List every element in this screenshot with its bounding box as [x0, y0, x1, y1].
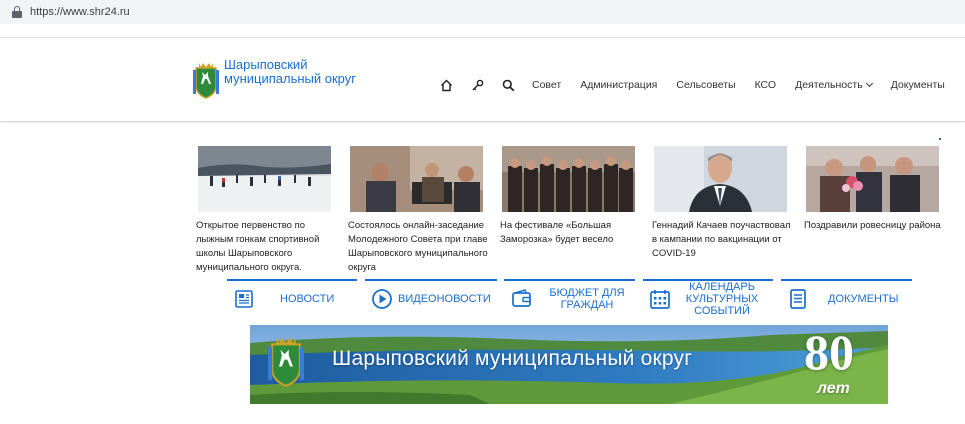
quick-link-label: НОВОСТИ — [280, 293, 335, 305]
nav-link-administration[interactable]: Администрация — [580, 79, 657, 91]
key-icon[interactable] — [470, 78, 484, 92]
site-header: Шарыповский муниципальный округ Совет Ад… — [0, 38, 965, 122]
site-title[interactable]: Шарыповский муниципальный округ — [224, 58, 364, 86]
quick-link-culture-calendar[interactable]: КАЛЕНДАРЬ КУЛЬТУРНЫХ СОБЫТИЙ — [643, 279, 773, 317]
newspaper-icon — [233, 288, 255, 310]
coat-of-arms-logo[interactable] — [193, 60, 219, 100]
nav-link-documents[interactable]: Документы — [891, 79, 945, 91]
slider-indicator — [939, 138, 941, 140]
nav-link-label: Сельсоветы — [676, 79, 736, 91]
main-nav: Совет Администрация Сельсоветы КСО Деяте… — [439, 76, 945, 94]
news-caption[interactable]: Состоялось онлайн-заседание Молодежного … — [348, 219, 490, 275]
lock-icon — [12, 6, 22, 18]
youth-council-photo[interactable] — [350, 146, 483, 212]
quick-link-budget[interactable]: БЮДЖЕТ ДЛЯ ГРАЖДАН — [504, 279, 635, 317]
news-caption[interactable]: Геннадий Качаев поучаствовал в кампании … — [652, 219, 794, 261]
quick-link-label: ДОКУМЕНТЫ — [828, 293, 899, 305]
nav-link-council[interactable]: Совет — [532, 79, 561, 91]
coat-of-arms-logo — [268, 337, 304, 388]
play-icon — [371, 288, 393, 310]
news-caption[interactable]: На фестивале «Большая Заморозка» будет в… — [500, 219, 642, 247]
ski-race-photo[interactable] — [198, 146, 331, 212]
quick-link-label: КАЛЕНДАРЬ КУЛЬТУРНЫХ СОБЫТИЙ — [685, 281, 759, 317]
document-icon — [787, 288, 809, 310]
banner-anniversary-number: 80 — [804, 325, 854, 380]
calendar-icon — [649, 288, 671, 310]
congratulation-photo[interactable] — [806, 146, 939, 212]
banner-title: Шарыповский муниципальный округ — [332, 347, 693, 370]
browser-address-bar: https://www.shr24.ru — [0, 0, 965, 24]
nav-link-label: Администрация — [580, 79, 658, 91]
quick-link-label: БЮДЖЕТ ДЛЯ ГРАЖДАН — [549, 287, 625, 311]
quick-link-video-news[interactable]: ВИДЕОНОВОСТИ — [365, 279, 497, 317]
anniversary-banner[interactable]: Шарыповский муниципальный округ 80 лет — [250, 325, 888, 404]
quick-link-label: ВИДЕОНОВОСТИ — [398, 293, 491, 305]
nav-link-label: Деятельность — [795, 79, 863, 91]
news-caption[interactable]: Поздравили ровесницу района — [804, 219, 946, 233]
festival-group-photo[interactable] — [502, 146, 635, 212]
home-icon[interactable] — [439, 78, 453, 92]
nav-link-activity[interactable]: Деятельность — [795, 79, 873, 91]
chevron-down-icon — [865, 79, 873, 88]
quick-link-documents[interactable]: ДОКУМЕНТЫ — [781, 279, 912, 317]
portrait-photo[interactable] — [654, 146, 787, 212]
nav-link-label: Совет — [532, 79, 562, 91]
wallet-icon — [511, 288, 533, 310]
url-field[interactable]: https://www.shr24.ru — [4, 2, 965, 22]
nav-link-label: КСО — [754, 79, 777, 91]
news-caption[interactable]: Открытое первенство по лыжным гонкам спо… — [196, 219, 338, 275]
banner-anniversary-suffix: лет — [817, 380, 850, 397]
nav-link-label: Документы — [890, 79, 945, 91]
quick-link-news[interactable]: НОВОСТИ — [227, 279, 357, 317]
search-icon[interactable] — [501, 78, 515, 92]
url-text[interactable]: https://www.shr24.ru — [30, 6, 130, 18]
nav-link-kso[interactable]: КСО — [755, 79, 777, 91]
nav-link-village-councils[interactable]: Сельсоветы — [676, 79, 735, 91]
